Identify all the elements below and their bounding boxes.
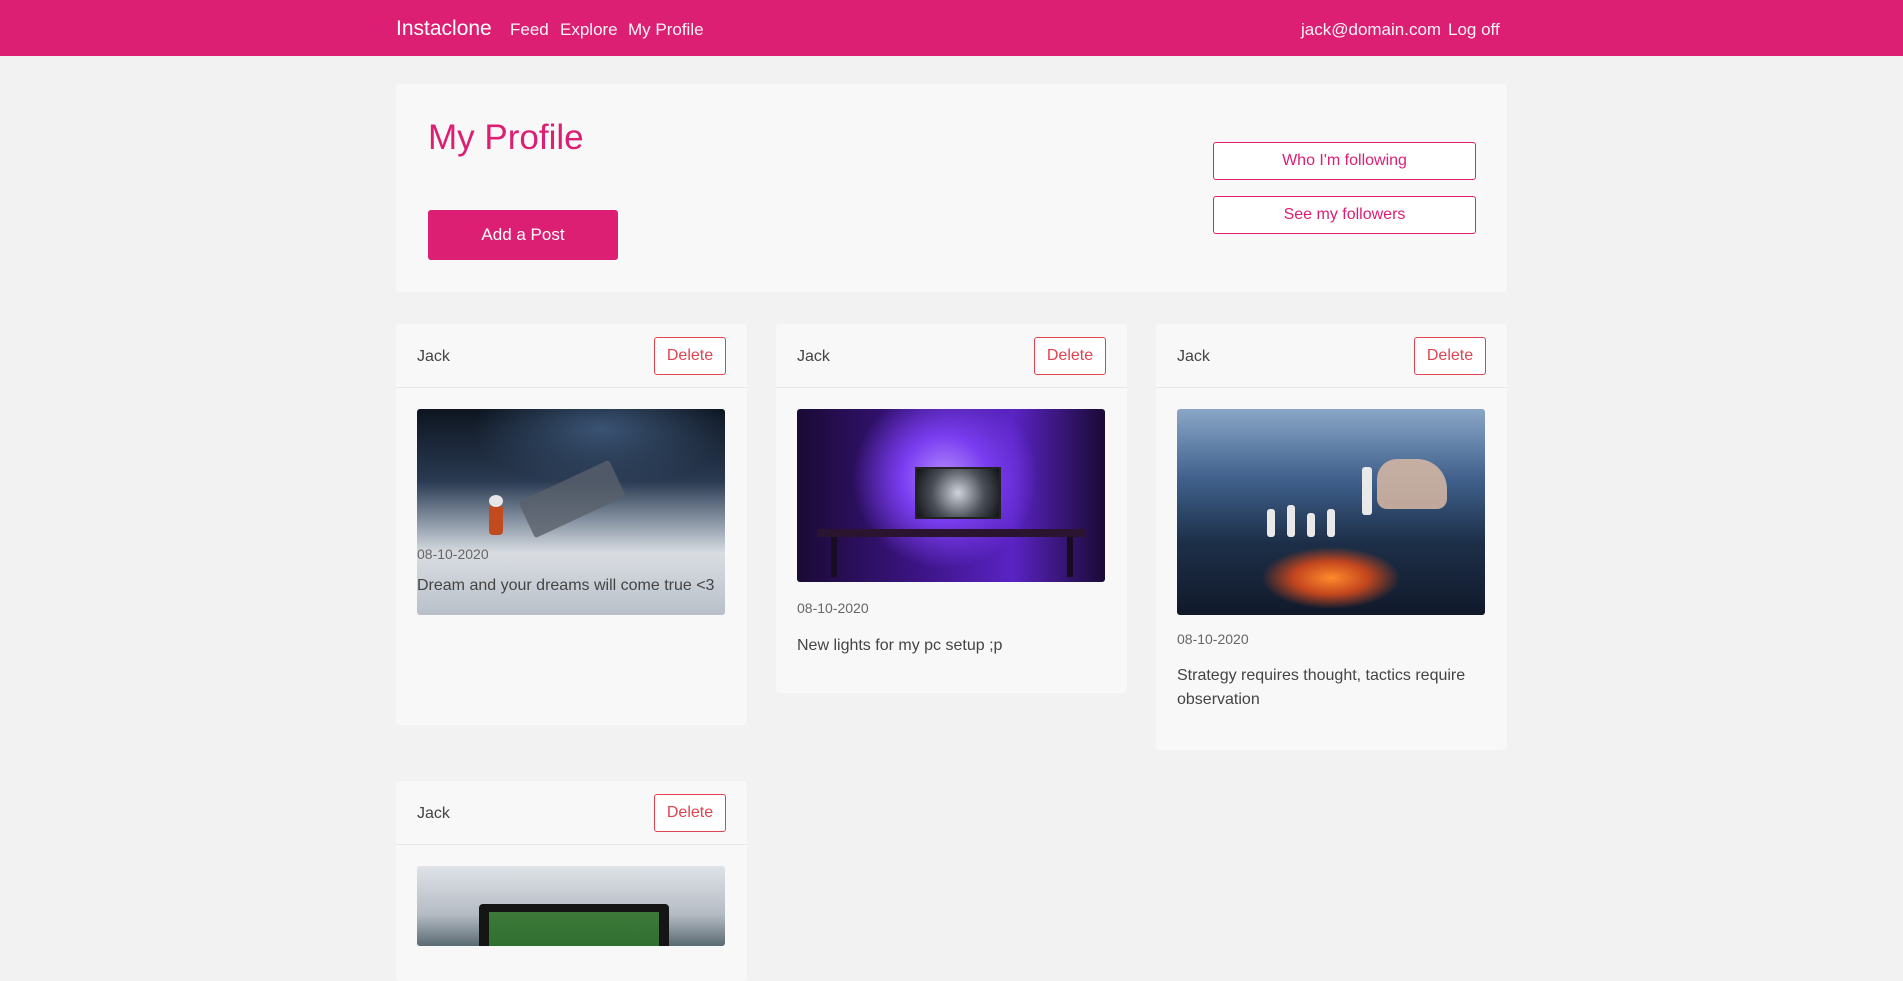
post-header: Jack Delete [396,781,747,845]
user-email-link[interactable]: jack@domain.com [1301,20,1441,40]
post-date: 08-10-2020 [797,600,869,616]
page-title: My Profile [428,118,584,157]
post-image [797,409,1105,582]
followers-button[interactable]: See my followers [1213,196,1476,234]
add-post-button[interactable]: Add a Post [428,210,618,260]
nav-feed[interactable]: Feed [510,20,549,40]
post-author: Jack [417,348,450,365]
post-date: 08-10-2020 [417,546,489,562]
post-caption: Dream and your dreams will come true <3 [417,577,715,594]
post-author: Jack [797,348,830,365]
post-author: Jack [1177,348,1210,365]
post-date: 08-10-2020 [1177,631,1249,647]
post-image [1177,409,1485,615]
brand-link[interactable]: Instaclone [396,17,492,41]
post-header: Jack Delete [1156,324,1507,388]
following-button[interactable]: Who I'm following [1213,142,1476,180]
nav-my-profile[interactable]: My Profile [628,20,704,40]
post-author: Jack [417,805,450,822]
delete-post-button[interactable]: Delete [654,794,726,832]
nav-explore[interactable]: Explore [560,20,618,40]
delete-post-button[interactable]: Delete [1034,337,1106,375]
post-card: Jack Delete 08-10-2020 Dream and your dr… [396,324,747,725]
post-header: Jack Delete [776,324,1127,388]
logoff-link[interactable]: Log off [1448,20,1500,40]
post-header: Jack Delete [396,324,747,388]
delete-post-button[interactable]: Delete [654,337,726,375]
profile-header-card: My Profile Add a Post Who I'm following … [396,84,1507,292]
post-card: Jack Delete [396,781,747,981]
post-caption: New lights for my pc setup ;p [797,637,1003,654]
post-card: Jack Delete 08-10-2020 Strategy requires… [1156,324,1507,750]
post-caption: Strategy requires thought, tactics requi… [1177,667,1466,708]
post-card: Jack Delete 08-10-2020 New lights for my… [776,324,1127,693]
post-image [417,866,725,946]
top-navbar: Instaclone Feed Explore My Profile jack@… [0,0,1903,56]
delete-post-button[interactable]: Delete [1414,337,1486,375]
